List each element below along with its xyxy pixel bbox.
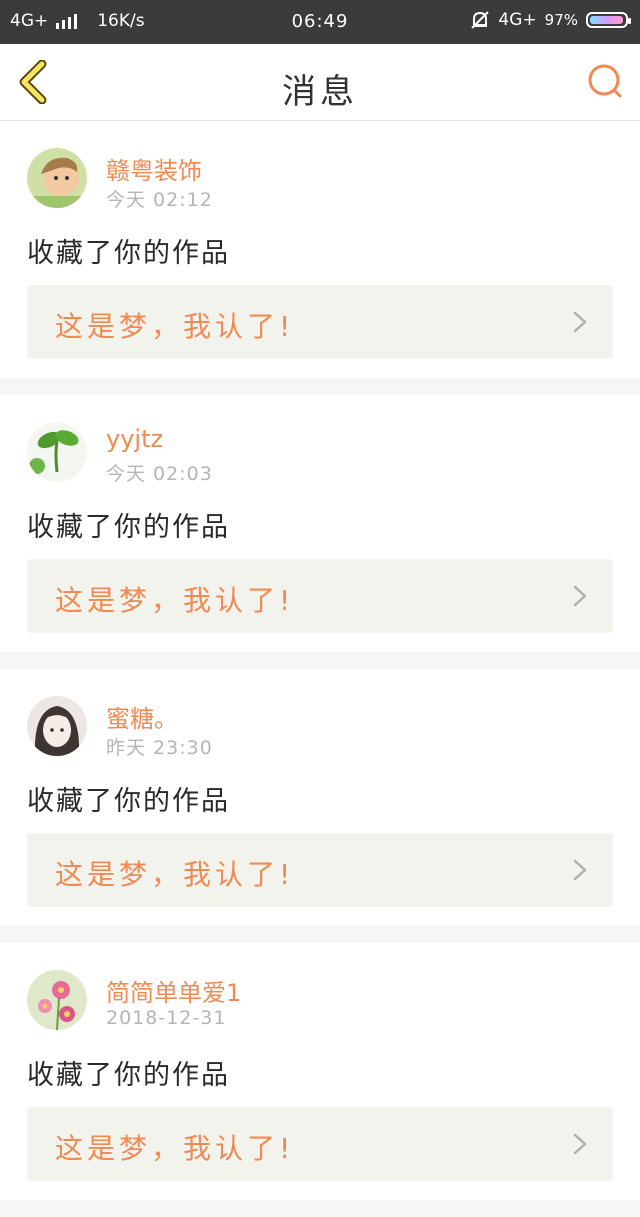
- username[interactable]: yyjtz: [106, 425, 163, 453]
- alarm-off-icon: [471, 11, 490, 29]
- leaf-avatar-image: [27, 422, 87, 482]
- network-type-right: 4G+: [498, 10, 537, 30]
- timestamp: 今天 02:12: [106, 189, 213, 211]
- avatar[interactable]: [27, 148, 87, 208]
- work-link[interactable]: 这是梦，我认了!: [27, 559, 613, 633]
- status-bar: 4G+ 16K/s 06:49 4G+ 97%: [0, 0, 640, 44]
- girl-avatar-image: [27, 696, 87, 756]
- avatar[interactable]: [27, 422, 87, 482]
- timestamp: 今天 02:03: [106, 463, 213, 485]
- timestamp: 昨天 23:30: [106, 737, 213, 759]
- chevron-right-icon: [573, 311, 587, 333]
- search-button[interactable]: [586, 62, 626, 102]
- chevron-right-icon: [573, 585, 587, 607]
- message-card: 蜜糖。 昨天 23:30 收藏了你的作品 这是梦，我认了!: [0, 669, 640, 926]
- timestamp: 2018-12-31: [106, 1007, 227, 1029]
- battery-icon: [586, 12, 631, 28]
- username[interactable]: 蜜糖。: [106, 699, 178, 734]
- work-link[interactable]: 这是梦，我认了!: [27, 833, 613, 907]
- work-title: 这是梦，我认了!: [55, 858, 295, 891]
- message-card: yyjtz 今天 02:03 收藏了你的作品 这是梦，我认了!: [0, 395, 640, 652]
- action-text: 收藏了你的作品: [27, 1060, 230, 1091]
- username[interactable]: 赣粤装饰: [106, 151, 202, 186]
- username[interactable]: 简简单单爱1: [106, 973, 241, 1008]
- work-link[interactable]: 这是梦，我认了!: [27, 1107, 613, 1181]
- page-title: 消息: [282, 72, 358, 112]
- flower-avatar-image: [27, 970, 87, 1030]
- message-card: 简简单单爱1 2018-12-31 收藏了你的作品 这是梦，我认了!: [0, 943, 640, 1200]
- action-text: 收藏了你的作品: [27, 512, 230, 543]
- work-title: 这是梦，我认了!: [55, 1132, 295, 1165]
- action-text: 收藏了你的作品: [27, 238, 230, 269]
- message-list: 赣粤装饰 今天 02:12 收藏了你的作品 这是梦，我认了! yyjtz 今天 …: [0, 121, 640, 1217]
- nav-bar: 消息: [0, 44, 640, 121]
- status-right: 4G+ 97%: [470, 9, 631, 31]
- work-link[interactable]: 这是梦，我认了!: [27, 285, 613, 359]
- work-title: 这是梦，我认了!: [55, 584, 295, 617]
- battery-percent: 97%: [544, 11, 578, 29]
- chevron-right-icon: [573, 859, 587, 881]
- avatar[interactable]: [27, 970, 87, 1030]
- baby-avatar-image: [27, 148, 87, 208]
- work-title: 这是梦，我认了!: [55, 310, 295, 343]
- avatar[interactable]: [27, 696, 87, 756]
- chevron-right-icon: [573, 1133, 587, 1155]
- message-card: 赣粤装饰 今天 02:12 收藏了你的作品 这是梦，我认了!: [0, 121, 640, 378]
- action-text: 收藏了你的作品: [27, 786, 230, 817]
- search-icon: [588, 64, 622, 98]
